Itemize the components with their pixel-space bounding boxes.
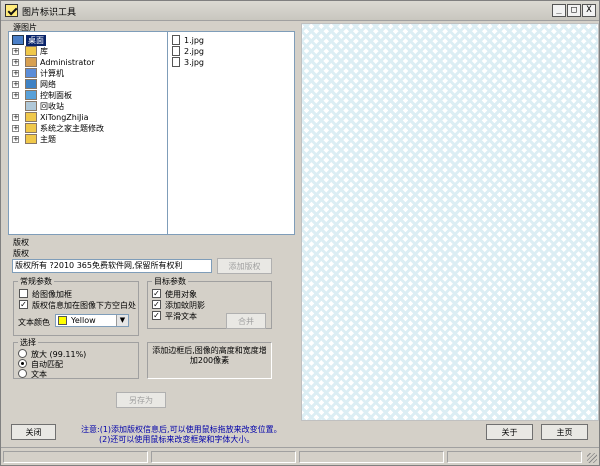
user-icon: [25, 57, 37, 67]
status-bar: [1, 447, 599, 465]
tree-item[interactable]: + XiTongZhiJia: [9, 112, 167, 123]
copyright-sub-label: 版权: [13, 249, 29, 258]
tree-item[interactable]: + 主题: [9, 134, 167, 145]
file-item[interactable]: 2.jpg: [168, 46, 294, 57]
title-bar: 图片标识工具 _ □ X: [1, 1, 599, 21]
smooth-text-checkbox[interactable]: ✓: [152, 311, 161, 320]
expand-icon[interactable]: +: [12, 125, 19, 132]
tree-item-label: 库: [40, 47, 48, 56]
text-color-label: 文本颜色: [18, 318, 50, 327]
tree-item-label: 主题: [40, 135, 56, 144]
image-preview-canvas[interactable]: [301, 23, 599, 421]
tree-item-label: 控制面板: [40, 91, 72, 100]
general-params-title: 常规参数: [18, 276, 54, 287]
file-icon: [172, 46, 180, 56]
tree-item-label: 桌面: [26, 35, 46, 46]
close-window-button[interactable]: X: [582, 4, 596, 17]
home-button[interactable]: 主页: [541, 424, 588, 440]
desktop-icon: [12, 35, 24, 45]
note-line-2: (2)还可以使用鼠标来改变框架和字体大小。: [99, 435, 255, 444]
expand-icon[interactable]: +: [12, 81, 19, 88]
tree-item[interactable]: + 网络: [9, 79, 167, 90]
library-folder-icon: [25, 46, 37, 56]
tree-item-label: 系统之家主题修改: [40, 124, 104, 133]
minimize-button[interactable]: _: [552, 4, 566, 17]
recycle-bin-icon: [25, 101, 37, 111]
expand-icon[interactable]: +: [12, 48, 19, 55]
folder-tree[interactable]: 桌面 + 库 + Administrator + 计算机 + 网络 + 控制面板 回收站 + XiTong…: [8, 31, 167, 235]
text-radio[interactable]: [18, 369, 27, 378]
auto-fit-radio[interactable]: [18, 359, 27, 368]
use-object-checkbox[interactable]: ✓: [152, 289, 161, 298]
save-as-button[interactable]: 另存为: [116, 392, 166, 408]
expand-icon[interactable]: +: [12, 136, 19, 143]
copyright-below-checkbox[interactable]: ✓: [19, 300, 28, 309]
dropdown-arrow-icon[interactable]: ▼: [116, 315, 128, 326]
computer-icon: [25, 68, 37, 78]
copyright-below-label: 版权信息加在图像下方空白处: [32, 301, 136, 310]
status-cell-2: [151, 451, 296, 463]
expand-icon[interactable]: +: [12, 114, 19, 121]
tree-item-label: 网络: [40, 80, 56, 89]
text-color-select[interactable]: Yellow ▼: [55, 314, 129, 327]
folder-icon: [25, 134, 37, 144]
copyright-input[interactable]: 版权所有 ?2010 365免费软件网,保留所有权利: [12, 259, 212, 273]
network-icon: [25, 79, 37, 89]
file-icon: [172, 57, 180, 67]
file-icon: [172, 35, 180, 45]
folder-icon: [25, 123, 37, 133]
expand-icon[interactable]: +: [12, 59, 19, 66]
file-name: 2.jpg: [184, 47, 205, 56]
tree-item[interactable]: + 计算机: [9, 68, 167, 79]
window-title: 图片标识工具: [22, 8, 77, 18]
file-name: 1.jpg: [184, 36, 205, 45]
expand-icon[interactable]: +: [12, 70, 19, 77]
maximize-button[interactable]: □: [567, 4, 581, 17]
target-params-title: 目标参数: [152, 276, 188, 287]
color-swatch: [58, 316, 67, 325]
file-item[interactable]: 1.jpg: [168, 35, 294, 46]
info-box: 添加边框后,图像的高度和宽度增加200像素: [147, 342, 272, 379]
tree-item[interactable]: + 库: [9, 46, 167, 57]
tree-item[interactable]: 桌面: [9, 35, 167, 46]
frame-image-label: 给图像加框: [32, 290, 72, 299]
app-icon: [5, 4, 18, 17]
frame-image-checkbox[interactable]: [19, 289, 28, 298]
tree-item[interactable]: + 控制面板: [9, 90, 167, 101]
tree-item-label: Administrator: [40, 58, 95, 67]
add-shadow-checkbox[interactable]: ✓: [152, 300, 161, 309]
tree-item-label: XiTongZhiJia: [40, 113, 89, 122]
text-color-value: Yellow: [71, 316, 96, 325]
folder-icon: [25, 112, 37, 122]
tree-item[interactable]: 回收站: [9, 101, 167, 112]
select-group-title: 选择: [18, 337, 38, 348]
app-window: 图片标识工具 _ □ X 源图片 桌面 + 库 + Administrator + 计算机 +…: [0, 0, 600, 466]
merge-button[interactable]: 合并: [226, 313, 266, 329]
add-copyright-button[interactable]: 添加版权: [217, 258, 272, 274]
add-shadow-label: 添加蚊阴影: [165, 301, 205, 310]
copyright-section-label: 版权: [13, 238, 29, 247]
file-list[interactable]: 1.jpg 2.jpg 3.jpg: [167, 31, 295, 235]
use-object-label: 使用对象: [165, 290, 197, 299]
about-button[interactable]: 关于: [486, 424, 533, 440]
tree-item-label: 回收站: [40, 102, 64, 111]
tree-item[interactable]: + 系统之家主题修改: [9, 123, 167, 134]
control-panel-icon: [25, 90, 37, 100]
resize-grip-icon[interactable]: [587, 453, 597, 463]
zoom-radio[interactable]: [18, 349, 27, 358]
file-name: 3.jpg: [184, 58, 205, 67]
status-cell-4: [447, 451, 582, 463]
smooth-text-label: 平滑文本: [165, 312, 197, 321]
status-cell-3: [299, 451, 444, 463]
tree-item[interactable]: + Administrator: [9, 57, 167, 68]
expand-icon[interactable]: +: [12, 92, 19, 99]
status-cell-1: [3, 451, 148, 463]
text-radio-label: 文本: [31, 370, 47, 379]
file-item[interactable]: 3.jpg: [168, 57, 294, 68]
close-button[interactable]: 关闭: [11, 424, 56, 440]
tree-item-label: 计算机: [40, 69, 64, 78]
